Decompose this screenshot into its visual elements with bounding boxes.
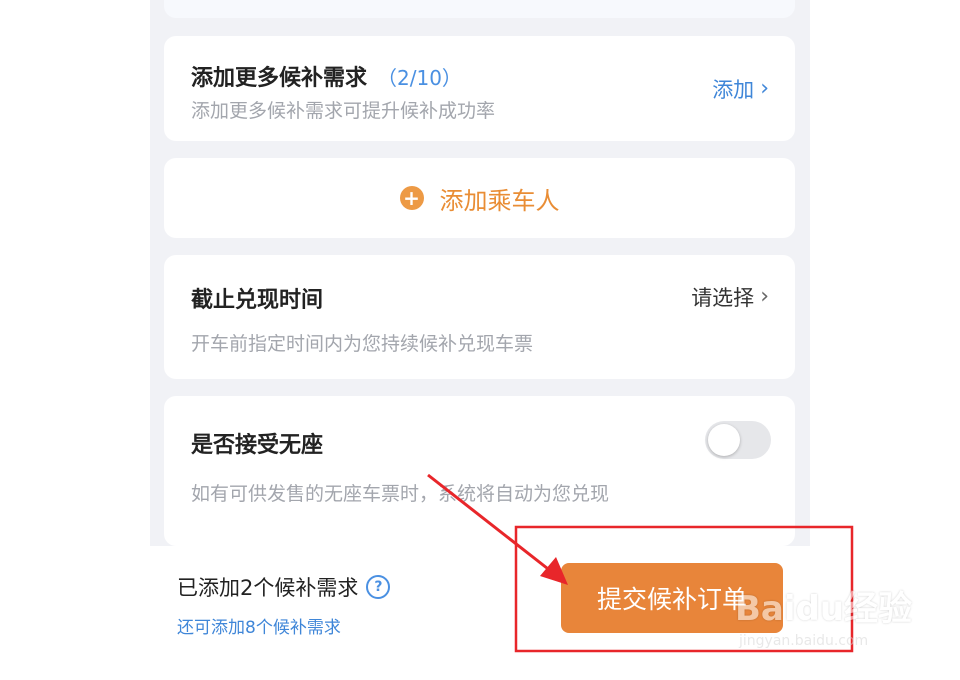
previous-card-edge	[164, 0, 795, 18]
screenshot-stage: 添加更多候补需求 （2/10） 添加更多候补需求可提升候补成功率 添加 › + 添…	[0, 0, 960, 680]
remaining-requests-link[interactable]: 还可添加8个候补需求	[177, 613, 341, 638]
more-requests-title: 添加更多候补需求	[191, 66, 368, 91]
bottom-action-bar: 已添加2个候补需求 ? 还可添加8个候补需求 提交候补订单	[150, 546, 810, 680]
add-passenger-label: 添加乘车人	[439, 186, 560, 215]
question-circle-icon[interactable]: ?	[366, 575, 391, 599]
more-requests-subtitle: 添加更多候补需求可提升候补成功率	[191, 100, 496, 122]
deadline-card: 截止兑现时间 请选择 › 开车前指定时间内为您持续候补兑现车票	[164, 255, 795, 379]
no-seat-title: 是否接受无座	[191, 433, 324, 458]
more-requests-card: 添加更多候补需求 （2/10） 添加更多候补需求可提升候补成功率 添加 ›	[164, 36, 795, 141]
deadline-select-button[interactable]: 请选择 ›	[691, 282, 769, 312]
added-requests-text: 已添加2个候补需求	[177, 576, 359, 600]
add-request-button[interactable]: 添加 ›	[712, 74, 769, 104]
deadline-title: 截止兑现时间	[191, 288, 324, 313]
add-passenger-card: + 添加乘车人	[164, 158, 795, 238]
more-requests-title-row: 添加更多候补需求 （2/10）	[191, 60, 462, 92]
add-request-label: 添加	[712, 78, 755, 102]
no-seat-toggle[interactable]	[705, 421, 771, 459]
chevron-right-icon: ›	[760, 76, 769, 101]
no-seat-subtitle: 如有可供发售的无座车票时，系统将自动为您兑现	[191, 483, 610, 505]
booking-screen: 添加更多候补需求 （2/10） 添加更多候补需求可提升候补成功率 添加 › + 添…	[150, 0, 810, 680]
add-passenger-button[interactable]: + 添加乘车人	[164, 158, 795, 238]
deadline-subtitle: 开车前指定时间内为您持续候补兑现车票	[191, 333, 534, 355]
no-seat-card: 是否接受无座 如有可供发售的无座车票时，系统将自动为您兑现	[164, 396, 795, 546]
deadline-select-label: 请选择	[691, 286, 755, 310]
toggle-knob	[708, 424, 740, 456]
added-requests-row: 已添加2个候补需求 ?	[177, 572, 391, 602]
submit-waitlist-order-button[interactable]: 提交候补订单	[561, 563, 783, 633]
plus-circle-icon: +	[399, 186, 424, 210]
chevron-right-icon: ›	[760, 284, 769, 309]
requests-count: （2/10）	[377, 66, 462, 90]
